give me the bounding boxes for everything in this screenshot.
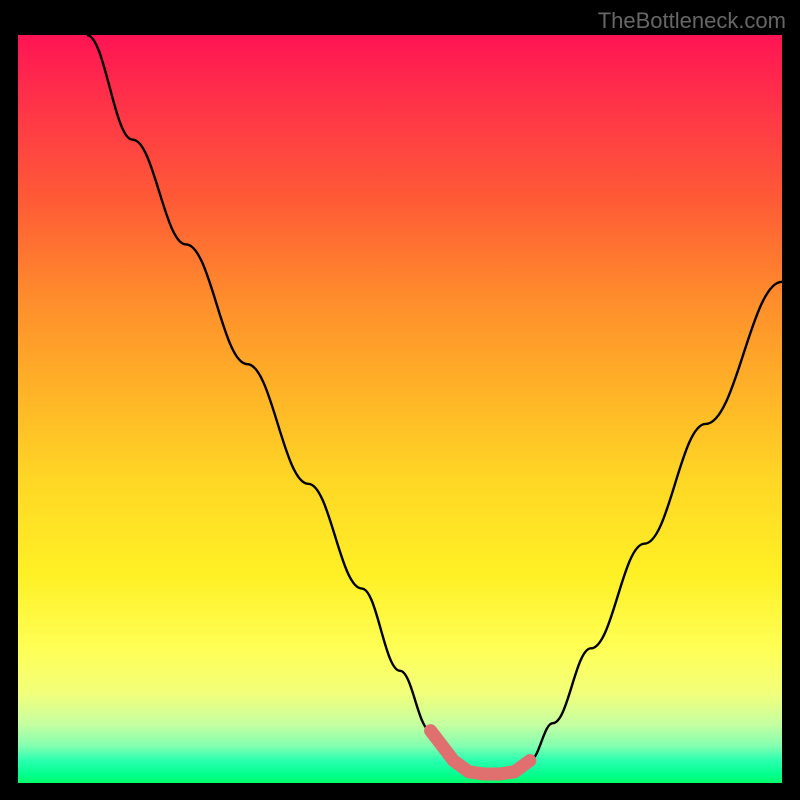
- watermark-text: TheBottleneck.com: [598, 8, 786, 34]
- curve-line: [87, 35, 782, 774]
- chart-frame: [18, 35, 782, 783]
- chart-svg: [18, 35, 782, 783]
- highlight-band: [431, 731, 530, 774]
